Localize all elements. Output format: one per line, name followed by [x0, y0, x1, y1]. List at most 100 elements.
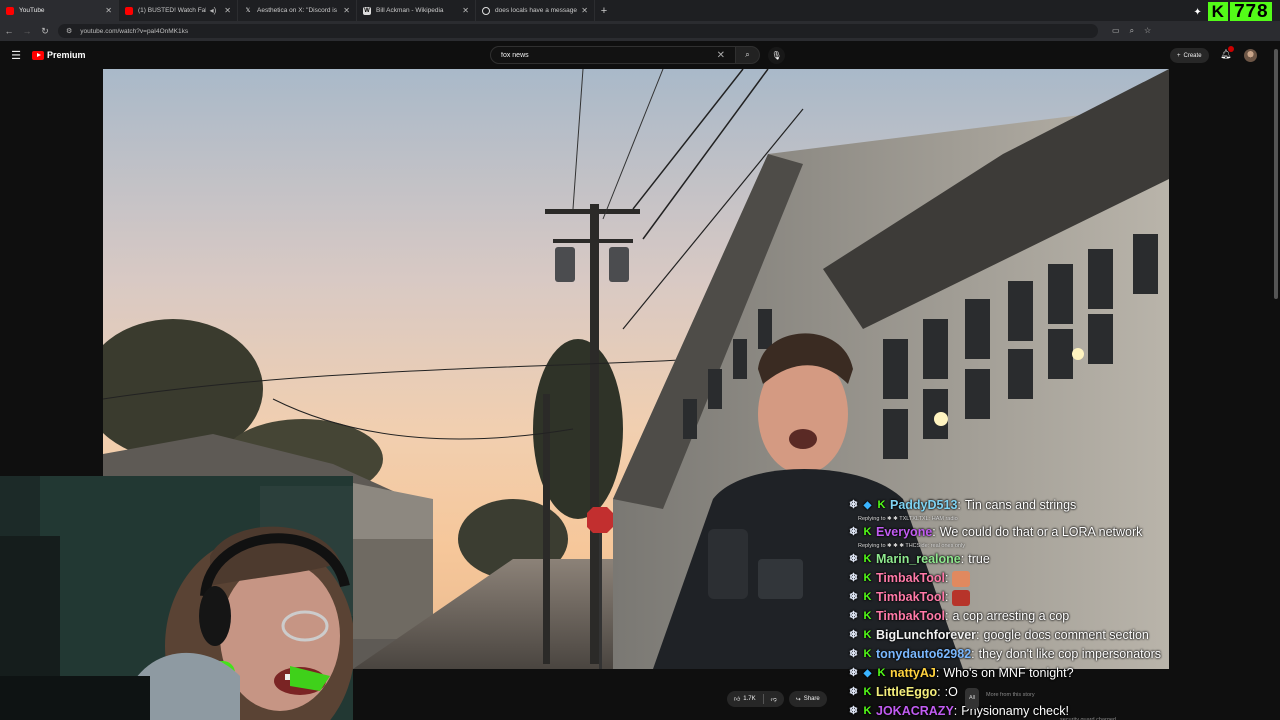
chat-colon: : — [960, 552, 965, 566]
chat-username[interactable]: LittleEggo — [876, 683, 937, 702]
avatar[interactable] — [1244, 49, 1257, 62]
all-filter-chip[interactable]: All — [965, 688, 980, 709]
chat-username[interactable]: TimbakTool — [876, 588, 945, 607]
chat-colon: : — [957, 498, 961, 512]
close-tab-icon[interactable]: ✕ — [343, 6, 350, 15]
browser-tab-4[interactable]: does locals have a message bo ✕ — [476, 0, 595, 21]
kick-badge-icon: K — [863, 591, 872, 603]
clear-search-icon[interactable]: ✕ — [717, 50, 725, 61]
address-bar[interactable]: ⚙ youtube.com/watch?v=paI4OnMK1ks — [58, 24, 1098, 38]
cube-badge-icon: ◆ — [863, 668, 872, 679]
new-tab-button[interactable]: + — [595, 5, 613, 17]
webcam-feed — [0, 476, 353, 720]
speaker-icon[interactable]: ◂) — [210, 6, 217, 15]
reload-icon[interactable]: ↻ — [36, 26, 54, 37]
like-count[interactable]: 1.7K — [743, 696, 755, 702]
kick-badge-icon: K — [877, 499, 886, 511]
chat-username[interactable]: Marin_realone — [876, 550, 961, 569]
cube-badge-icon: ◆ — [863, 500, 872, 511]
dislike-icon[interactable]: 👎︎ — [771, 695, 777, 703]
related-video-title[interactable]: security guard charged — [1060, 711, 1116, 720]
chat-colon: : — [971, 647, 975, 661]
chat-message: ❄ K TimbakTool: — [848, 588, 1178, 607]
bookmark-star-icon[interactable]: ☆ — [1144, 26, 1151, 36]
zoom-icon[interactable]: ⌕ — [1130, 26, 1134, 36]
tab-title: does locals have a message bo — [495, 7, 578, 14]
menu-icon[interactable]: ☰ — [0, 49, 32, 62]
chat-text: :O — [944, 685, 958, 699]
chat-reply-context: Replying to ✱ ✱ ✱ THCSide: real ones onl… — [858, 543, 965, 549]
forward-arrow-icon[interactable]: → — [18, 26, 36, 36]
chat-message: ❄ K TimbakTool: a cop arresting a cop — [848, 607, 1178, 626]
create-label: Create — [1183, 52, 1202, 59]
scrollbar-thumb[interactable] — [1274, 49, 1278, 299]
site-info-icon[interactable]: ⚙ — [66, 27, 72, 35]
like-dislike-group: 👍︎ 1.7K 👎︎ — [727, 691, 784, 707]
search-bar: ✕ ⌕ 🎙︎ — [490, 46, 785, 64]
cast-icon[interactable]: ▭ — [1112, 26, 1120, 36]
kick-logo-icon: K — [1207, 2, 1228, 22]
kick-badge-icon: K — [863, 553, 872, 565]
search-input[interactable] — [501, 51, 701, 59]
close-tab-icon[interactable]: ✕ — [105, 6, 112, 15]
chat-emote-icon — [952, 589, 971, 606]
browser-tab-2[interactable]: 𝕏 Aesthetica on X: "Discord is a h ✕ — [238, 0, 357, 21]
youtube-logo[interactable]: Premium — [32, 50, 86, 60]
share-button[interactable]: ↪ Share — [788, 691, 827, 707]
chat-colon: : — [945, 609, 949, 623]
voice-search-button[interactable]: 🎙︎ — [768, 46, 785, 64]
chat-message: ❄ ◆ KnattyAJ: Who's on MNF tonight? — [848, 664, 1178, 683]
google-favicon-icon — [482, 6, 490, 15]
chat-username[interactable]: tonydauto62982 — [876, 645, 971, 664]
chat-text: a cop arresting a cop — [952, 609, 1070, 623]
chat-username[interactable]: Everyone — [876, 523, 932, 542]
close-tab-icon[interactable]: ✕ — [581, 6, 588, 15]
snowflake-badge-icon: ❄ — [848, 526, 859, 538]
kick-badge-icon: K — [863, 572, 872, 584]
chat-colon: : — [935, 666, 940, 680]
snowflake-badge-icon: ❄ — [848, 667, 859, 679]
chat-colon: : — [976, 628, 980, 642]
youtube-header: ☰ Premium ✕ ⌕ 🎙︎ + Create 🔔︎ — [0, 41, 1280, 69]
chat-username[interactable]: nattyAJ — [890, 664, 936, 683]
snowflake-badge-icon: ❄ — [848, 553, 859, 565]
snowflake-badge-icon: ❄ — [848, 499, 859, 511]
search-box: ✕ — [490, 46, 736, 64]
chat-text: true — [968, 552, 990, 566]
close-tab-icon[interactable]: ✕ — [224, 6, 231, 15]
chat-username[interactable]: TimbakTool — [876, 607, 945, 626]
logo-label: Premium — [47, 50, 86, 60]
share-label: Share — [803, 696, 820, 702]
x-favicon-icon: 𝕏 — [245, 8, 251, 14]
chat-username[interactable]: TimbakTool — [876, 569, 945, 588]
page-scrollbar[interactable] — [1272, 41, 1280, 720]
snowflake-badge-icon: ❄ — [848, 591, 859, 603]
browser-tab-0[interactable]: YouTube ✕ — [0, 0, 119, 21]
youtube-play-icon — [32, 50, 44, 60]
wikipedia-favicon-icon: W — [363, 6, 371, 15]
snowflake-badge-icon: ❄ — [848, 610, 859, 622]
chat-username[interactable]: JOKACRAZY — [876, 702, 954, 720]
search-icon: ⌕ — [745, 50, 750, 59]
kick-badge-icon: K — [863, 610, 872, 622]
snowflake-badge-icon: ❄ — [848, 705, 859, 717]
create-button[interactable]: + Create — [1170, 48, 1209, 63]
chat-colon: : — [937, 685, 941, 699]
tab-title: Aesthetica on X: "Discord is a h — [257, 7, 340, 14]
notification-dot — [1228, 46, 1235, 52]
close-tab-icon[interactable]: ✕ — [462, 6, 469, 15]
browser-tab-1[interactable]: (1) BUSTED! Watch Fake Co ◂) ✕ — [119, 0, 238, 21]
search-button[interactable]: ⌕ — [736, 46, 760, 64]
notifications-button[interactable]: 🔔︎ — [1220, 46, 1235, 60]
like-icon[interactable]: 👍︎ — [734, 695, 740, 703]
chat-username[interactable]: PaddyD513 — [890, 496, 957, 515]
tab-title: (1) BUSTED! Watch Fake Co — [138, 7, 206, 14]
chat-username[interactable]: BigLunchforever — [876, 626, 976, 645]
snowflake-badge-icon: ❄ — [848, 648, 859, 660]
chat-text: they don't like cop impersonators — [978, 647, 1161, 661]
chat-message: ❄ K Marin_realone: true — [848, 550, 1178, 569]
chat-message: ❄ Ktonydauto62982: they don't like cop imp… — [848, 645, 1178, 664]
sparkle-icon: ✦ — [1193, 6, 1202, 18]
back-arrow-icon[interactable]: ← — [0, 26, 18, 36]
browser-tab-3[interactable]: W Bill Ackman - Wikipedia ✕ — [357, 0, 476, 21]
